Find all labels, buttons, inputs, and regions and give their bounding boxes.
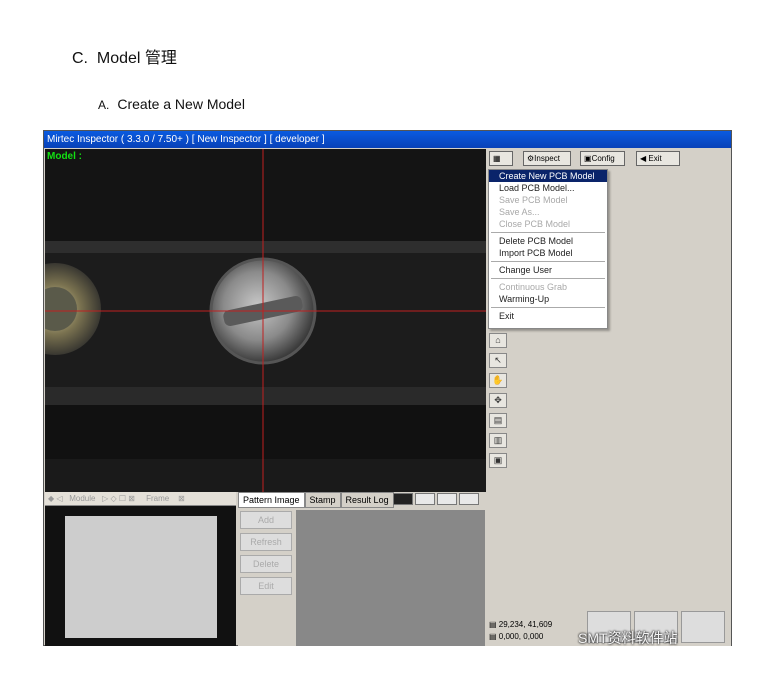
menu-item-delete[interactable]: Delete PCB Model (489, 235, 607, 247)
exit-button[interactable]: ◀ Exit (636, 151, 680, 166)
globe-icon[interactable] (437, 493, 457, 505)
board-icon[interactable]: ▤ (489, 413, 507, 428)
thumbnail-view[interactable] (45, 506, 236, 646)
speaker-icon[interactable] (393, 493, 413, 505)
model-dropdown-menu: Create New PCB Model Load PCB Model... S… (488, 169, 608, 329)
menu-item-create-new[interactable]: Create New PCB Model (489, 170, 607, 182)
hand-icon[interactable]: ✋ (489, 373, 507, 388)
stop-button[interactable] (681, 611, 725, 643)
inspect-button[interactable]: ⚙Inspect (523, 151, 571, 166)
right-panel: ▦ ⚙Inspect ▣Config ◀ Exit Create New PCB… (487, 149, 731, 646)
menu-item-load[interactable]: Load PCB Model... (489, 182, 607, 194)
menu-item-change-user[interactable]: Change User (489, 264, 607, 276)
tab-pattern-image[interactable]: Pattern Image (238, 492, 305, 508)
model-menu-button[interactable]: ▦ (489, 151, 513, 166)
coordinate-readout: ▤ 29,234, 41,609 ▤ 0,000, 0,000 (489, 620, 553, 641)
app-window: Mirtec Inspector ( 3.3.0 / 7.50+ ) [ New… (43, 130, 732, 646)
menu-item-import[interactable]: Import PCB Model (489, 247, 607, 259)
config-button[interactable]: ▣Config (580, 151, 625, 166)
tab-stamp[interactable]: Stamp (304, 492, 341, 508)
menu-separator (491, 232, 605, 233)
move-icon[interactable]: ✥ (489, 393, 507, 408)
edit-button[interactable]: Edit (240, 577, 292, 595)
chart-icon[interactable]: ▥ (489, 433, 507, 448)
menu-item-save[interactable]: Save PCB Model (489, 194, 607, 206)
camera-image (45, 149, 486, 492)
menu-separator (491, 278, 605, 279)
camera-view[interactable]: Model : (45, 149, 486, 492)
menu-separator (491, 307, 605, 308)
menu-item-close[interactable]: Close PCB Model (489, 218, 607, 230)
doc-heading: C. Model 管理 (72, 50, 177, 67)
pointer-icon[interactable]: ↖ (489, 353, 507, 368)
model-label: Model : (47, 151, 82, 162)
chart-icon[interactable] (459, 493, 479, 505)
add-button[interactable]: Add (240, 511, 292, 529)
thumbnail-panel: ◆ ◁ Module ▷ ◇ ☐ ⊠ Frame ⊠ (45, 492, 236, 646)
pattern-image-area (296, 510, 485, 646)
watermark: SMT资料软件站 (578, 630, 678, 646)
tab-result-log[interactable]: Result Log (340, 492, 394, 508)
doc-subheading: A. Create a New Model (98, 96, 245, 112)
pattern-panel: Pattern Image Stamp Result Log Add Refre… (238, 492, 488, 646)
tool-icon[interactable] (415, 493, 435, 505)
menu-item-exit[interactable]: Exit (489, 310, 607, 322)
delete-button[interactable]: Delete (240, 555, 292, 573)
window-title: Mirtec Inspector ( 3.3.0 / 7.50+ ) [ New… (44, 131, 731, 148)
menu-item-save-as[interactable]: Save As... (489, 206, 607, 218)
menu-separator (491, 261, 605, 262)
menu-item-continuous-grab[interactable]: Continuous Grab (489, 281, 607, 293)
refresh-button[interactable]: Refresh (240, 533, 292, 551)
module-frame-bar: ◆ ◁ Module ▷ ◇ ☐ ⊠ Frame ⊠ (45, 492, 236, 506)
camera-icon[interactable]: ⌂ (489, 333, 507, 348)
view-icon-strip (393, 493, 481, 505)
save-icon[interactable]: ▣ (489, 453, 507, 468)
menu-item-warming-up[interactable]: Warming-Up (489, 293, 607, 305)
